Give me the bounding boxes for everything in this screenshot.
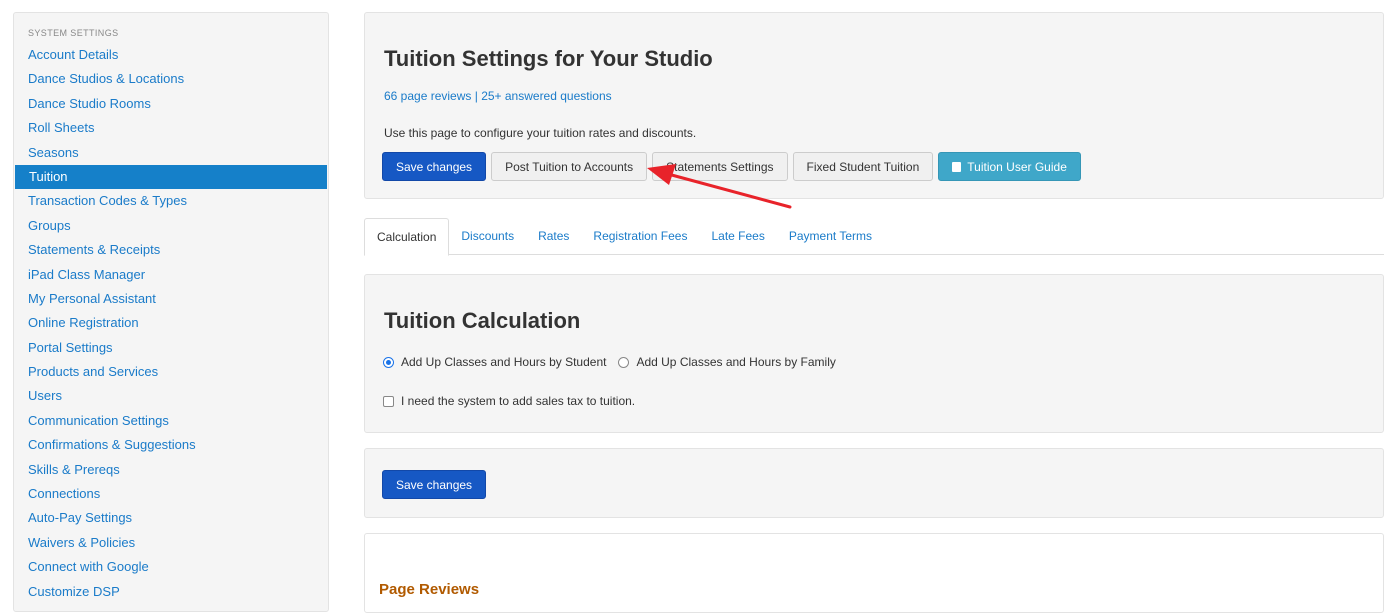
radio-by-family-label[interactable]: Add Up Classes and Hours by Family (636, 355, 835, 369)
sidebar-item-connect-google[interactable]: Connect with Google (14, 555, 328, 579)
post-tuition-button[interactable]: Post Tuition to Accounts (491, 152, 648, 181)
sidebar-item-transaction-codes[interactable]: Transaction Codes & Types (14, 189, 328, 213)
radio-by-family[interactable] (618, 356, 630, 368)
answered-questions-link[interactable]: 25+ answered questions (481, 89, 611, 103)
sales-tax-label[interactable]: I need the system to add sales tax to tu… (401, 394, 635, 408)
tab-late-fees[interactable]: Late Fees (699, 218, 776, 255)
tab-calculation[interactable]: Calculation (364, 218, 450, 256)
tab-registration-fees[interactable]: Registration Fees (581, 218, 699, 255)
review-links: 66 page reviews | 25+ answered questions (384, 89, 612, 103)
sidebar-item-auto-pay-settings[interactable]: Auto-Pay Settings (14, 506, 328, 530)
page-reviews-link[interactable]: 66 page reviews (384, 89, 471, 103)
sidebar-item-tuition[interactable]: Tuition (15, 164, 327, 190)
radio-by-student[interactable] (383, 356, 394, 368)
sidebar-menu: Account Details Dance Studios & Location… (14, 43, 328, 604)
settings-tabs: Calculation Discounts Rates Registration… (364, 218, 1384, 256)
sidebar-heading: SYSTEM SETTINGS (28, 28, 119, 38)
sidebar-item-statements-receipts[interactable]: Statements & Receipts (14, 238, 328, 262)
sidebar-item-communication-settings[interactable]: Communication Settings (14, 409, 328, 433)
tab-payment-terms[interactable]: Payment Terms (777, 218, 884, 255)
page-title: Tuition Settings for Your Studio (384, 46, 713, 71)
sidebar-item-account-details[interactable]: Account Details (14, 43, 328, 67)
calculation-title: Tuition Calculation (384, 308, 581, 333)
save-changes-button[interactable]: Save changes (382, 152, 487, 181)
calculation-options: Add Up Classes and Hours by Student Add … (383, 355, 848, 369)
save-panel: Save changes (364, 448, 1384, 518)
sidebar-item-online-registration[interactable]: Online Registration (14, 311, 328, 335)
fixed-student-tuition-button[interactable]: Fixed Student Tuition (792, 152, 934, 181)
sidebar-item-confirmations-suggestions[interactable]: Confirmations & Suggestions (14, 433, 328, 457)
page-reviews-panel: Page Reviews (364, 533, 1384, 613)
sidebar-item-skills-prereqs[interactable]: Skills & Prereqs (14, 458, 328, 482)
sidebar-item-portal-settings[interactable]: Portal Settings (14, 336, 328, 360)
user-guide-label: Tuition User Guide (967, 159, 1067, 174)
intro-text: Use this page to configure your tuition … (384, 126, 697, 140)
save-changes-bottom-button[interactable]: Save changes (382, 470, 487, 499)
sidebar-item-groups[interactable]: Groups (14, 214, 328, 238)
action-button-row: Save changes Post Tuition to Accounts St… (382, 152, 1081, 181)
sidebar-item-connections[interactable]: Connections (14, 482, 328, 506)
tuition-settings-panel: Tuition Settings for Your Studio 66 page… (364, 12, 1384, 199)
book-icon (952, 161, 962, 172)
tab-rates[interactable]: Rates (526, 218, 581, 255)
sales-tax-checkbox[interactable] (383, 395, 394, 407)
sales-tax-option: I need the system to add sales tax to tu… (383, 394, 635, 408)
tab-discounts[interactable]: Discounts (449, 218, 526, 255)
settings-sidebar: SYSTEM SETTINGS Account Details Dance St… (13, 12, 329, 612)
sidebar-item-products-services[interactable]: Products and Services (14, 360, 328, 384)
tuition-user-guide-button[interactable]: Tuition User Guide (938, 152, 1081, 181)
sidebar-item-dance-studios-locations[interactable]: Dance Studios & Locations (14, 67, 328, 91)
review-links-separator: | (471, 89, 482, 103)
sidebar-item-customize-dsp[interactable]: Customize DSP (14, 580, 328, 604)
sidebar-item-waivers-policies[interactable]: Waivers & Policies (14, 531, 328, 555)
tuition-calculation-panel: Tuition Calculation Add Up Classes and H… (364, 274, 1384, 433)
sidebar-item-dance-studio-rooms[interactable]: Dance Studio Rooms (14, 92, 328, 116)
sidebar-item-seasons[interactable]: Seasons (14, 141, 328, 165)
sidebar-item-personal-assistant[interactable]: My Personal Assistant (14, 287, 328, 311)
sidebar-item-roll-sheets[interactable]: Roll Sheets (14, 116, 328, 140)
page-reviews-title: Page Reviews (379, 581, 480, 598)
statements-settings-button[interactable]: Statements Settings (652, 152, 788, 181)
sidebar-item-users[interactable]: Users (14, 384, 328, 408)
radio-by-student-label[interactable]: Add Up Classes and Hours by Student (401, 355, 606, 369)
sidebar-item-ipad-class-manager[interactable]: iPad Class Manager (14, 263, 328, 287)
